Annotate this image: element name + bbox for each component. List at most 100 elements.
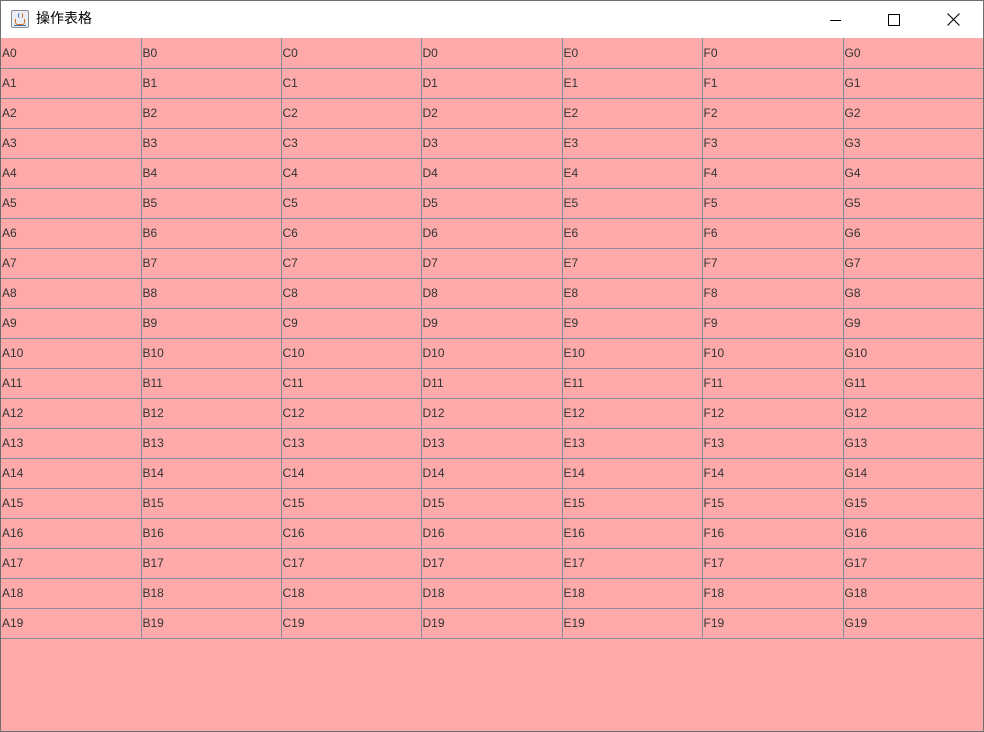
- table-row[interactable]: A3 B3 C3 D3 E3 F3 G3: [1, 128, 983, 159]
- table-cell[interactable]: B8: [141, 278, 282, 309]
- table-cell[interactable]: C3: [281, 128, 422, 159]
- table-row[interactable]: A18 B18 C18 D18 E18 F18 G18: [1, 578, 983, 609]
- table-cell[interactable]: C5: [281, 188, 422, 219]
- table-cell[interactable]: G15: [843, 488, 983, 519]
- table-cell[interactable]: F19: [702, 608, 844, 639]
- table-cell[interactable]: F2: [702, 98, 844, 129]
- table-cell[interactable]: A15: [1, 488, 142, 519]
- table-cell[interactable]: B14: [141, 458, 282, 489]
- table-row[interactable]: A16 B16 C16 D16 E16 F16 G16: [1, 518, 983, 549]
- table-cell[interactable]: E12: [562, 398, 703, 429]
- table-cell[interactable]: B19: [141, 608, 282, 639]
- table-cell[interactable]: F16: [702, 518, 844, 549]
- table-cell[interactable]: B0: [141, 38, 282, 69]
- table-cell[interactable]: D16: [421, 518, 563, 549]
- table-row[interactable]: A8 B8 C8 D8 E8 F8 G8: [1, 278, 983, 309]
- table-cell[interactable]: G12: [843, 398, 983, 429]
- table-cell[interactable]: G5: [843, 188, 983, 219]
- table-cell[interactable]: D9: [421, 308, 563, 339]
- table-cell[interactable]: F0: [702, 38, 844, 69]
- table-cell[interactable]: F18: [702, 578, 844, 609]
- table-cell[interactable]: A12: [1, 398, 142, 429]
- table-row[interactable]: A14 B14 C14 D14 E14 F14 G14: [1, 458, 983, 489]
- close-button[interactable]: [930, 1, 976, 38]
- table-cell[interactable]: E2: [562, 98, 703, 129]
- table-row[interactable]: A7 B7 C7 D7 E7 F7 G7: [1, 248, 983, 279]
- table-cell[interactable]: F12: [702, 398, 844, 429]
- table-cell[interactable]: A2: [1, 98, 142, 129]
- table-cell[interactable]: G9: [843, 308, 983, 339]
- table-cell[interactable]: D11: [421, 368, 563, 399]
- table-cell[interactable]: C15: [281, 488, 422, 519]
- table-cell[interactable]: D7: [421, 248, 563, 279]
- table-cell[interactable]: A4: [1, 158, 142, 189]
- table-cell[interactable]: G14: [843, 458, 983, 489]
- table-cell[interactable]: C19: [281, 608, 422, 639]
- table-cell[interactable]: G19: [843, 608, 983, 639]
- table-cell[interactable]: G10: [843, 338, 983, 369]
- table-cell[interactable]: D19: [421, 608, 563, 639]
- table-row[interactable]: A10 B10 C10 D10 E10 F10 G10: [1, 338, 983, 369]
- table-row[interactable]: A13 B13 C13 D13 E13 F13 G13: [1, 428, 983, 459]
- table-cell[interactable]: D17: [421, 548, 563, 579]
- table-cell[interactable]: B1: [141, 68, 282, 99]
- data-table[interactable]: A0 B0 C0 D0 E0 F0 G0 A1 B1 C1 D1 E1 F1 G1 A2 B2 C2 D2 E2 F2…: [1, 38, 983, 639]
- table-cell[interactable]: C2: [281, 98, 422, 129]
- table-cell[interactable]: A18: [1, 578, 142, 609]
- table-cell[interactable]: G2: [843, 98, 983, 129]
- table-cell[interactable]: E6: [562, 218, 703, 249]
- table-cell[interactable]: E19: [562, 608, 703, 639]
- table-cell[interactable]: D10: [421, 338, 563, 369]
- table-cell[interactable]: F3: [702, 128, 844, 159]
- table-cell[interactable]: A8: [1, 278, 142, 309]
- table-cell[interactable]: C6: [281, 218, 422, 249]
- table-cell[interactable]: B18: [141, 578, 282, 609]
- table-cell[interactable]: G0: [843, 38, 983, 69]
- table-cell[interactable]: E7: [562, 248, 703, 279]
- table-cell[interactable]: B6: [141, 218, 282, 249]
- table-cell[interactable]: G16: [843, 518, 983, 549]
- table-cell[interactable]: B9: [141, 308, 282, 339]
- table-row[interactable]: A9 B9 C9 D9 E9 F9 G9: [1, 308, 983, 339]
- table-cell[interactable]: B5: [141, 188, 282, 219]
- table-row[interactable]: A15 B15 C15 D15 E15 F15 G15: [1, 488, 983, 519]
- table-cell[interactable]: E8: [562, 278, 703, 309]
- table-cell[interactable]: A14: [1, 458, 142, 489]
- table-row[interactable]: A0 B0 C0 D0 E0 F0 G0: [1, 38, 983, 69]
- table-cell[interactable]: A10: [1, 338, 142, 369]
- table-cell[interactable]: G4: [843, 158, 983, 189]
- table-cell[interactable]: D12: [421, 398, 563, 429]
- table-cell[interactable]: B12: [141, 398, 282, 429]
- table-cell[interactable]: A0: [1, 38, 142, 69]
- table-cell[interactable]: A7: [1, 248, 142, 279]
- table-cell[interactable]: E11: [562, 368, 703, 399]
- table-cell[interactable]: D5: [421, 188, 563, 219]
- table-cell[interactable]: F9: [702, 308, 844, 339]
- table-cell[interactable]: B3: [141, 128, 282, 159]
- table-cell[interactable]: F17: [702, 548, 844, 579]
- table-cell[interactable]: F10: [702, 338, 844, 369]
- table-cell[interactable]: C18: [281, 578, 422, 609]
- table-cell[interactable]: G13: [843, 428, 983, 459]
- table-cell[interactable]: E5: [562, 188, 703, 219]
- table-cell[interactable]: E0: [562, 38, 703, 69]
- table-row[interactable]: A12 B12 C12 D12 E12 F12 G12: [1, 398, 983, 429]
- table-cell[interactable]: G17: [843, 548, 983, 579]
- title-bar[interactable]: 操作表格: [1, 1, 983, 38]
- table-cell[interactable]: C0: [281, 38, 422, 69]
- table-cell[interactable]: G3: [843, 128, 983, 159]
- table-cell[interactable]: E14: [562, 458, 703, 489]
- table-cell[interactable]: F1: [702, 68, 844, 99]
- table-cell[interactable]: G1: [843, 68, 983, 99]
- table-cell[interactable]: A16: [1, 518, 142, 549]
- table-cell[interactable]: F8: [702, 278, 844, 309]
- table-cell[interactable]: F4: [702, 158, 844, 189]
- table-cell[interactable]: C14: [281, 458, 422, 489]
- table-cell[interactable]: D3: [421, 128, 563, 159]
- table-cell[interactable]: C13: [281, 428, 422, 459]
- table-cell[interactable]: B10: [141, 338, 282, 369]
- table-row[interactable]: A19 B19 C19 D19 E19 F19 G19: [1, 608, 983, 639]
- table-cell[interactable]: C9: [281, 308, 422, 339]
- table-cell[interactable]: A17: [1, 548, 142, 579]
- table-cell[interactable]: E17: [562, 548, 703, 579]
